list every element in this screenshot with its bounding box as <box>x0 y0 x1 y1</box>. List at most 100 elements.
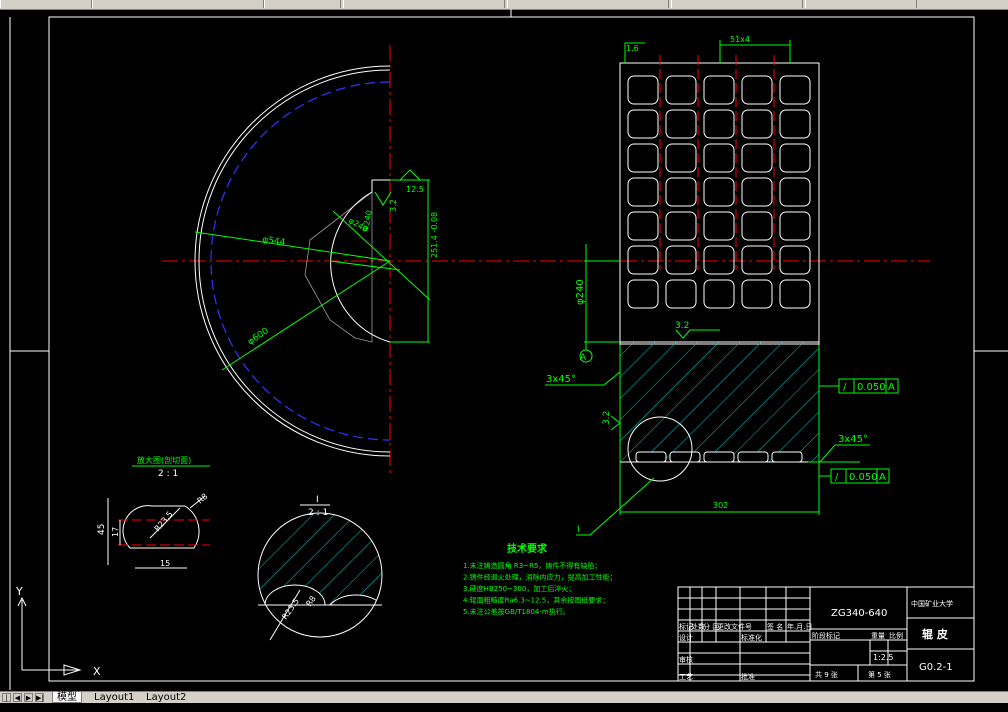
roller-grid <box>619 55 820 345</box>
tb-approve: 批准 <box>741 672 755 681</box>
tb-drawing-no: G0.2-1 <box>919 662 953 673</box>
detail-I-title: I <box>316 495 319 505</box>
bottom-groove <box>703 451 735 463</box>
tolerance-datum-2: A <box>879 472 886 483</box>
lineweight-dropdown[interactable] <box>805 0 917 8</box>
groove-cell <box>627 177 659 207</box>
tech-req-line: 4.辊面粗糙度Ra6.3~12.5，其余按图纸要求； <box>463 596 609 605</box>
dim-width-302: 302 <box>713 501 728 510</box>
tech-req-line: 1.未注铸造圆角 R3~R5，铸件不得有缺陷； <box>463 561 601 570</box>
tab-layout1[interactable]: Layout1 <box>90 692 138 703</box>
groove-cell <box>741 109 773 139</box>
ucs-x-label: X <box>93 665 101 678</box>
ucs-y-label: Y <box>15 585 23 598</box>
leader-label-I: I <box>577 525 580 535</box>
groove-cell <box>703 245 735 275</box>
dim-chamfer-left: 3x45° <box>546 374 576 385</box>
roughness-12-5: 12.5 <box>406 185 424 194</box>
tolerance-value-1: 0.050 <box>857 382 886 393</box>
groove-cell <box>627 75 659 105</box>
toolbar-segment[interactable] <box>264 0 341 8</box>
groove-cell <box>779 143 811 173</box>
groove-cell <box>665 177 697 207</box>
groove-cell <box>627 211 659 241</box>
groove-cell <box>703 279 735 309</box>
tb-sheet-total: 共 9 张 <box>815 670 838 679</box>
tb-date: 年.月.日 <box>787 622 812 631</box>
tech-req-title: 技术要求 <box>507 542 548 555</box>
groove-detail-scale: 2 : 1 <box>158 469 178 479</box>
tb-ratio: 比例 <box>889 631 903 640</box>
toolbar-segment[interactable] <box>0 0 92 8</box>
dim-45: 45 <box>97 524 107 535</box>
groove-cell <box>665 211 697 241</box>
first-tab-button[interactable]: |◀ <box>2 693 11 711</box>
tab-layout2[interactable]: Layout2 <box>142 692 190 703</box>
groove-cell <box>703 211 735 241</box>
roller-section-hatch <box>619 341 820 463</box>
groove-cell <box>779 211 811 241</box>
tb-weight: 重量 <box>871 632 885 640</box>
groove-cell <box>627 245 659 275</box>
groove-cell <box>627 109 659 139</box>
groove-cell <box>627 279 659 309</box>
color-dropdown[interactable] <box>507 0 669 8</box>
tb-stage: 阶段标记 <box>812 631 840 640</box>
groove-cell <box>741 75 773 105</box>
tb-part-name: 辊 皮 <box>922 627 948 641</box>
groove-cell <box>665 143 697 173</box>
groove-cell <box>741 177 773 207</box>
dim-d544: φ544 <box>262 235 287 248</box>
toolbar-segment[interactable] <box>92 0 264 8</box>
dim-h251: 251.4 -0.08 <box>430 212 439 258</box>
tb-sheet-no: 第 5 张 <box>868 670 891 679</box>
groove-cell <box>779 177 811 207</box>
groove-cell <box>741 211 773 241</box>
tolerance-value-2: 0.050 <box>849 472 878 483</box>
layout-tab-bar: |◀ ◀ ▶ ▶| 模型 Layout1 Layout2 <box>0 691 1008 711</box>
tolerance-symbol-2: / <box>835 472 839 483</box>
groove-cell <box>665 109 697 139</box>
layer-dropdown[interactable] <box>343 0 505 8</box>
tab-model[interactable]: 模型 <box>52 692 82 703</box>
groove-cell <box>779 109 811 139</box>
groove-cell <box>703 75 735 105</box>
groove-cell <box>741 143 773 173</box>
groove-cell <box>703 143 735 173</box>
dim-phi240: φ240 <box>575 279 586 305</box>
drawing-canvas[interactable]: φ544 φ600 φ240 Φ240 251.4 -0.08 12.5 3.2 <box>0 9 1008 691</box>
tb-design: 设计 <box>679 633 693 642</box>
datum-a: A <box>580 353 587 363</box>
dim-15: 15 <box>160 559 170 568</box>
groove-cell <box>703 177 735 207</box>
bottom-groove <box>737 451 769 463</box>
groove-cell <box>779 245 811 275</box>
groove-cell <box>779 279 811 309</box>
last-tab-button[interactable]: ▶| <box>35 693 44 702</box>
prev-tab-button[interactable]: ◀ <box>13 693 22 702</box>
dim-17: 17 <box>111 527 120 537</box>
next-tab-button[interactable]: ▶ <box>24 693 33 702</box>
groove-cell <box>665 279 697 309</box>
tb-sign: 签 名 <box>767 622 783 631</box>
groove-cell <box>703 109 735 139</box>
groove-cell <box>741 279 773 309</box>
bottom-groove <box>771 451 803 463</box>
groove-cell <box>741 245 773 275</box>
linetype-dropdown[interactable] <box>671 0 803 8</box>
tolerance-datum-1: A <box>888 382 895 393</box>
groove-cell <box>665 245 697 275</box>
groove-detail-view <box>107 465 210 569</box>
roughness-3-2a: 3.2 <box>389 199 398 212</box>
dim-r23-5: R23.5 <box>153 510 175 534</box>
tb-review: 审核 <box>679 655 693 664</box>
tolerance-symbol-1: / <box>843 382 847 393</box>
dim-pitch: 51x4 <box>730 35 750 44</box>
tb-material: ZG340-640 <box>831 608 887 619</box>
dim-r8: R8 <box>196 492 210 506</box>
detail-I-view <box>257 504 383 641</box>
roughness-1-6: 1.6 <box>626 44 639 53</box>
tb-scale: 1:2.5 <box>873 653 894 662</box>
bottom-groove <box>635 451 667 463</box>
detail-I-scale: 2 : 1 <box>308 508 328 518</box>
